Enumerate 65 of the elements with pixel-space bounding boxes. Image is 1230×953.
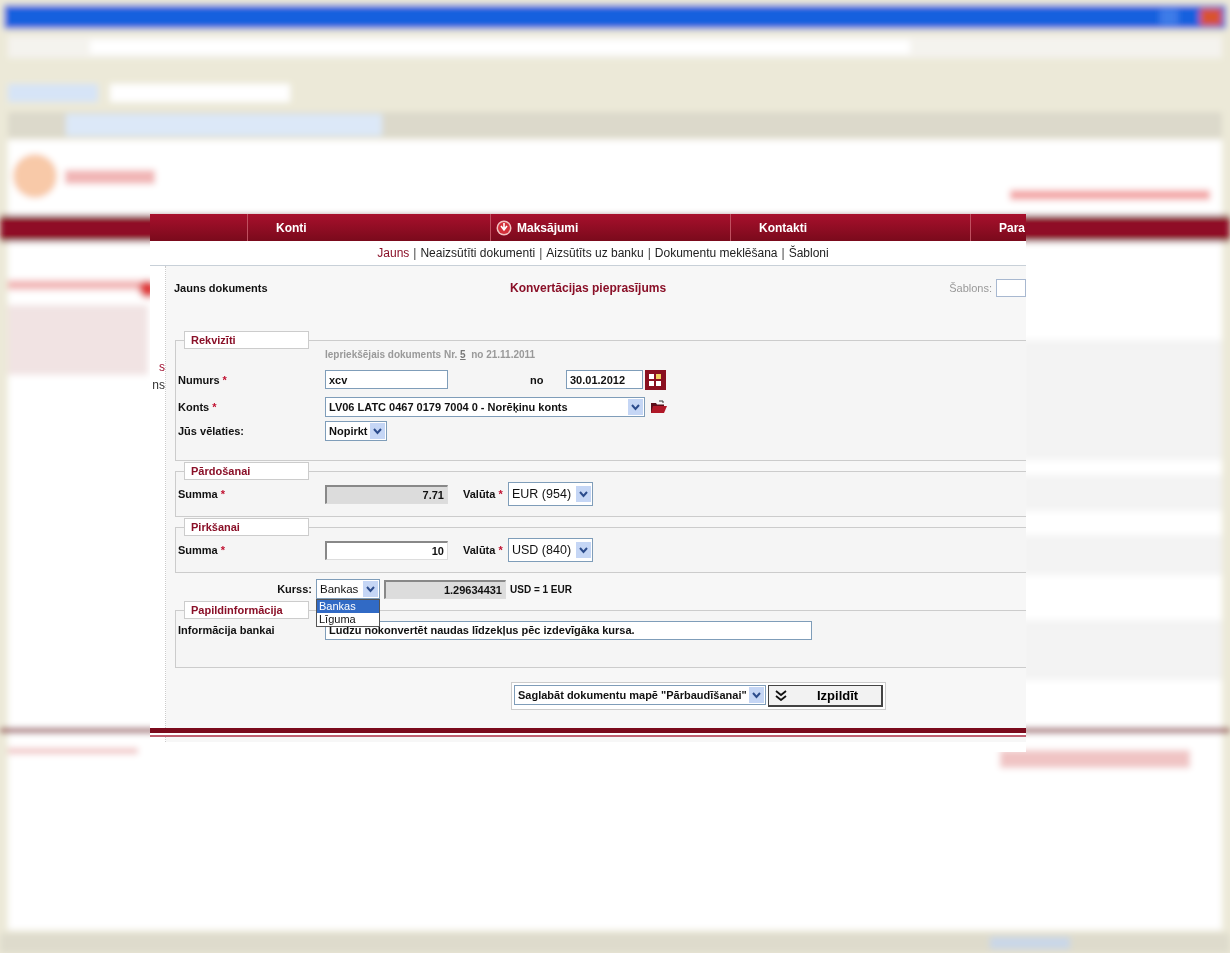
form-title: Konvertācijas pieprasījums [510,281,667,295]
separator: | [539,246,543,260]
rate-field: 1.29634431 [384,579,506,599]
date-field[interactable]: 30.01.2012 [566,370,643,389]
required-mark: * [220,488,226,500]
required-mark: * [212,400,217,413]
field-label: Informācija bankai [178,624,275,636]
submit-button[interactable]: Izpildīt [768,685,883,707]
subnav-link[interactable]: Dokumentu meklēšana [654,246,778,260]
chevron-down-icon [370,423,385,439]
action-dropdown[interactable]: Nopirkt [325,421,387,441]
arrow-circle-icon [496,219,512,236]
chevron-down-icon [363,581,378,597]
nav-tab[interactable]: Konti [247,214,490,241]
previous-document-note: Iepriekšējais dokuments Nr. 5 no 21.11.2011 [324,349,537,362]
chevron-down-icon [576,542,591,558]
save-option-dropdown[interactable]: Saglabāt dokumentu mapē "Pārbaudīšanai" [514,685,766,705]
nav-tab[interactable]: Kontakti [730,214,970,241]
section-title: Jauns dokuments [174,282,269,294]
double-chevron-icon [775,690,787,701]
nav-tab[interactable]: Para [970,214,1026,241]
field-label: Konts [178,400,210,413]
separator: | [413,246,417,260]
chevron-down-icon [749,687,764,703]
field-label: Summa [178,544,218,556]
required-mark: * [498,488,503,500]
field-label: Summa [178,488,218,500]
field-label: no [530,373,545,386]
template-label: Šablons: [949,282,992,294]
amount-field[interactable]: 10 [325,540,448,560]
dropdown-option[interactable]: Bankas [317,600,379,613]
field-label: Numurs [178,373,220,386]
amount-field[interactable]: 7.71 [325,484,448,504]
subnav-link[interactable]: Neaizsūtīti dokumenti [420,246,536,260]
required-mark: * [498,544,503,556]
sidebar-link[interactable]: s [159,360,165,374]
field-label: Jūs vēlaties: [178,425,245,437]
section-legend: Pārdošanai [184,462,309,480]
subnav-link[interactable]: Jauns [377,246,410,260]
number-field[interactable]: xcv [325,370,448,389]
section-legend: Rekvizīti [184,331,309,349]
account-dropdown[interactable]: LV06 LATC 0467 0179 7004 0 - Norēķinu konts [325,396,645,417]
subnav-link[interactable]: Aizsūtīts uz banku [546,246,644,260]
document-link[interactable]: 5 [460,349,466,360]
currency-dropdown[interactable]: USD (840) [508,538,593,562]
rate-type-dropdown[interactable]: Bankas [316,579,380,599]
separator: | [781,246,785,260]
folder-icon[interactable] [650,399,668,414]
field-label: Kurss: [276,583,312,595]
chevron-down-icon [576,486,591,502]
sidebar-link[interactable]: ns [152,378,165,392]
separator: | [647,246,651,260]
required-mark: * [222,373,227,386]
section-legend: Papildinformācija [184,601,309,619]
field-label: Valūta [463,544,496,556]
calendar-icon[interactable] [645,369,666,390]
required-mark: * [220,544,226,556]
nav-tab[interactable]: Maksājumi [490,214,730,241]
field-label: Valūta [463,488,496,500]
section-legend: Pirkšanai [184,518,309,536]
currency-dropdown[interactable]: EUR (954) [508,482,593,506]
subnav-link[interactable]: Šabloni [788,246,829,260]
chevron-down-icon [628,398,643,415]
rate-unit: USD = 1 EUR [510,583,572,595]
template-field[interactable] [996,279,1026,297]
